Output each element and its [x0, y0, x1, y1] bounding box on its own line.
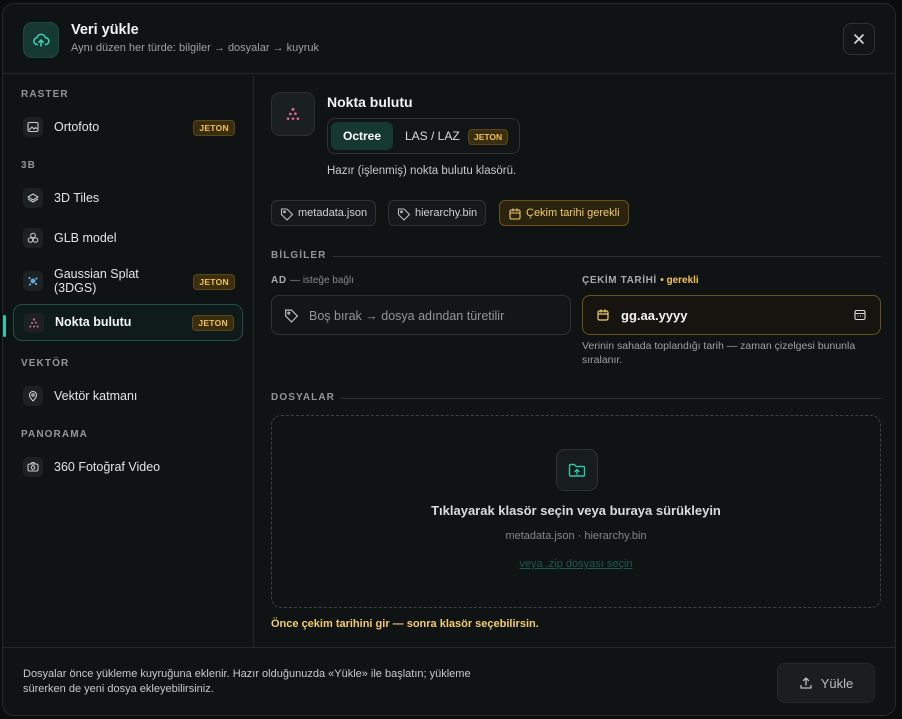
sidebar-item-label-line2: (3DGS) — [54, 281, 97, 295]
folder-upload-icon — [556, 449, 598, 491]
token-badge: JETON — [193, 274, 235, 290]
segment-octree[interactable]: Octree — [331, 122, 393, 150]
calendar-icon — [597, 309, 609, 321]
section-panorama: PANORAMA — [21, 429, 88, 440]
upload-button[interactable]: Yükle — [777, 663, 875, 703]
divider — [333, 256, 881, 257]
dialog-footer: Dosyalar önce yükleme kuyruğuna eklenir.… — [3, 647, 895, 715]
map-pin-icon — [23, 386, 43, 406]
sidebar-item-label: Nokta bulutu — [55, 315, 132, 329]
date-input[interactable]: gg.aa.yyyy — [582, 295, 881, 335]
chip-label: Çekim tarihi gerekli — [526, 207, 620, 219]
point-cloud-icon — [271, 92, 315, 136]
dropzone-title: Tıklayarak klasör seçin veya buraya sürü… — [431, 503, 721, 518]
divider — [341, 398, 881, 399]
type-sidebar: RASTER Ortofoto JETON 3B 3D Tiles GLB mo… — [3, 75, 254, 647]
segment-las-laz[interactable]: LAS / LAZ — [405, 129, 460, 143]
splat-icon — [23, 271, 43, 291]
cubes-icon — [23, 228, 43, 248]
sidebar-item-label: Gaussian Splat — [54, 267, 139, 281]
date-warning: Önce çekim tarihini gir — sonra klasör s… — [271, 618, 539, 630]
chip-label: metadata.json — [298, 207, 368, 219]
chip-date-required: Çekim tarihi gerekli — [499, 200, 629, 226]
sidebar-item-label: 360 Fotoğraf Video — [54, 460, 161, 474]
dropzone-file-list: metadata.json · hierarchy.bin — [505, 530, 647, 542]
sidebar-item-label: GLB model — [54, 231, 117, 245]
type-description: Hazır (işlenmiş) nokta bulutu klasörü. — [327, 165, 517, 177]
section-vektor: VEKTÖR — [21, 358, 70, 369]
point-cloud-icon — [24, 313, 44, 333]
footer-info: Dosyalar önce yükleme kuyruğuna eklenir.… — [23, 668, 471, 695]
sidebar-item-vektor-katmani[interactable]: Vektör katmanı — [13, 380, 243, 412]
chip-label: hierarchy.bin — [415, 207, 478, 219]
dialog-subtitle: Aynı düzen her türde: bilgiler → dosyala… — [71, 42, 320, 54]
sidebar-item-label: 3D Tiles — [54, 191, 100, 205]
section-raster: RASTER — [21, 89, 69, 100]
sidebar-item-360-video[interactable]: 360 Fotoğraf Video — [13, 451, 243, 483]
image-icon — [23, 117, 43, 137]
close-button[interactable] — [843, 23, 875, 55]
camera-icon — [23, 457, 43, 477]
close-icon — [854, 34, 864, 44]
upload-icon — [800, 677, 812, 689]
sidebar-item-gaussian-splat[interactable]: Gaussian Splat (3DGS) JETON — [13, 261, 243, 301]
section-3b: 3B — [21, 160, 36, 171]
main-panel: Nokta bulutu Octree LAS / LAZ JETON Hazı… — [255, 75, 895, 647]
date-input-value: gg.aa.yyyy — [621, 308, 688, 323]
sidebar-item-ortofoto[interactable]: Ortofoto JETON — [13, 111, 243, 143]
date-help-text: Verinin sahada toplandığı tarih — zaman … — [582, 340, 856, 366]
tag-icon — [397, 208, 411, 221]
name-input-placeholder: Boş bırak → dosya adından türetilir — [309, 309, 505, 323]
chip-metadata: metadata.json — [271, 200, 377, 226]
dialog-header: Veri yükle Aynı düzen her türde: bilgile… — [3, 4, 895, 74]
format-segmented-control: Octree LAS / LAZ JETON — [327, 118, 520, 154]
name-input[interactable]: Boş bırak → dosya adından türetilir — [271, 295, 571, 335]
date-field-label: ÇEKİM TARİHİ • gerekli — [582, 275, 699, 286]
sidebar-item-3d-tiles[interactable]: 3D Tiles — [13, 182, 243, 214]
sidebar-item-glb-model[interactable]: GLB model — [13, 222, 243, 254]
token-badge: JETON — [193, 120, 235, 136]
name-field-label: AD — isteğe bağlı — [271, 275, 354, 286]
token-badge: JETON — [192, 315, 234, 331]
file-dropzone[interactable]: Tıklayarak klasör seçin veya buraya sürü… — [271, 415, 881, 608]
type-title: Nokta bulutu — [327, 94, 413, 110]
upload-dialog: Veri yükle Aynı düzen her türde: bilgile… — [2, 3, 896, 716]
active-indicator — [3, 315, 6, 337]
zip-select-link[interactable]: veya .zip dosyası seçin — [272, 558, 880, 570]
upload-button-label: Yükle — [820, 675, 854, 691]
sidebar-item-label: Vektör katmanı — [54, 389, 138, 403]
calendar-picker-icon[interactable] — [854, 309, 866, 321]
dialog-title: Veri yükle — [71, 22, 139, 38]
cloud-upload-icon — [23, 22, 59, 58]
tag-icon — [280, 208, 294, 221]
sidebar-item-nokta-bulutu[interactable]: Nokta bulutu JETON — [13, 304, 243, 341]
chip-hierarchy: hierarchy.bin — [388, 200, 487, 226]
calendar-icon — [509, 208, 521, 220]
token-badge: JETON — [468, 129, 509, 145]
tag-icon — [285, 309, 299, 323]
section-dosyalar: DOSYALAR — [271, 392, 335, 403]
section-bilgiler: BİLGİLER — [271, 250, 327, 261]
sidebar-item-label: Ortofoto — [54, 120, 100, 134]
layers-icon — [23, 188, 43, 208]
